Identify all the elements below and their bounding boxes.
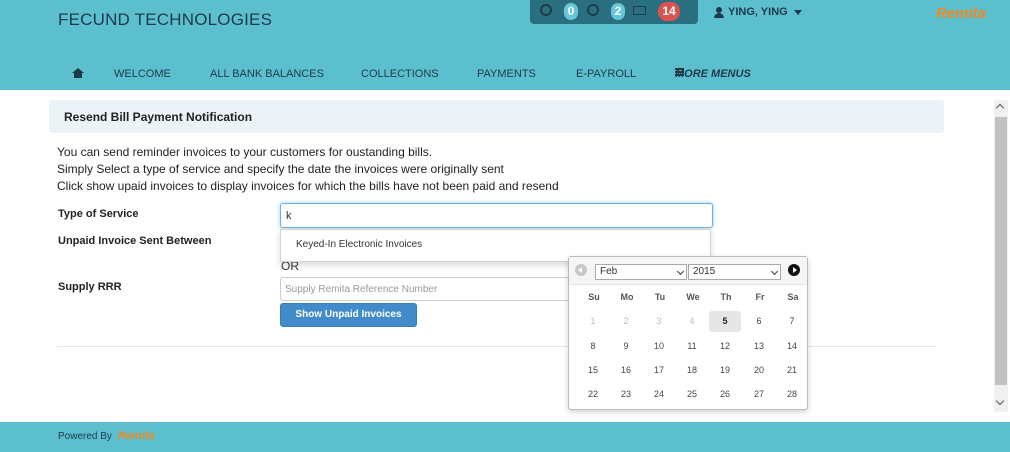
calendar-day[interactable]: 21	[776, 360, 808, 381]
brand-title: FECUND TECHNOLOGIES	[58, 10, 273, 29]
calendar-day[interactable]: 8	[577, 336, 609, 357]
calendar-day[interactable]: 9	[610, 336, 642, 357]
calendar-day[interactable]: 26	[709, 384, 741, 405]
description-line-1: You can send reminder invoices to your c…	[57, 145, 433, 159]
unpaid-invoice-label: Unpaid Invoice Sent Between	[58, 235, 212, 247]
calendar-day[interactable]: 19	[709, 360, 741, 381]
calendar-day[interactable]: 20	[743, 360, 775, 381]
clock-icon[interactable]	[540, 4, 552, 16]
calendar-day[interactable]: 24	[643, 384, 675, 405]
calendar-day[interactable]: 6	[743, 311, 775, 332]
month-select[interactable]: Feb	[595, 264, 687, 280]
year-select[interactable]: 2015	[688, 264, 781, 280]
nav-collections[interactable]: COLLECTIONS	[361, 68, 439, 80]
settings-icon[interactable]	[587, 4, 599, 16]
rrr-input[interactable]	[280, 277, 575, 301]
calendar-day[interactable]: 25	[676, 384, 708, 405]
notification-bar: 0 2 14	[530, 0, 698, 24]
datepicker-header: Feb 2015	[569, 257, 807, 285]
calendar-day[interactable]: 28	[776, 384, 808, 405]
powered-by-text: Powered By	[58, 431, 112, 442]
calendar-day[interactable]: 14	[776, 336, 808, 357]
calendar-day[interactable]: 27	[743, 384, 775, 405]
messages-badge[interactable]: 14	[658, 2, 680, 21]
scroll-down-icon[interactable]	[995, 396, 1005, 406]
calendar-day[interactable]: 15	[577, 360, 609, 381]
weekday-header: Tu	[654, 292, 666, 302]
month-value: Feb	[600, 266, 618, 277]
calendar-day: 4	[689, 316, 695, 326]
calendar-day[interactable]: 16	[610, 360, 642, 381]
calendar-day: 3	[656, 316, 662, 326]
panel-header: Resend Bill Payment Notification	[49, 100, 944, 133]
calendar-day-today[interactable]: 5	[709, 311, 741, 332]
calendar-day[interactable]: 18	[676, 360, 708, 381]
weekday-header: Su	[588, 292, 600, 302]
weekday-header: Fr	[755, 292, 765, 302]
scrollbar[interactable]	[994, 100, 1008, 412]
calendar-day[interactable]: 23	[610, 384, 642, 405]
calendar-day[interactable]: 11	[676, 336, 708, 357]
user-menu[interactable]: YING, YING	[714, 6, 802, 18]
show-unpaid-invoices-button[interactable]: Show Unpaid Invoices	[280, 303, 417, 327]
main-nav: WELCOME ALL BANK BALANCES COLLECTIONS PA…	[0, 68, 1010, 82]
user-icon	[714, 6, 724, 18]
nav-welcome[interactable]: WELCOME	[114, 68, 171, 80]
supply-rrr-label: Supply RRR	[58, 281, 122, 293]
autocomplete-option[interactable]: Keyed-In Electronic Invoices	[296, 239, 422, 250]
calendar-day[interactable]: 13	[743, 336, 775, 357]
prev-month-icon[interactable]	[575, 264, 587, 276]
type-of-service-input[interactable]	[280, 203, 713, 228]
calendar-day[interactable]: 17	[643, 360, 675, 381]
weekday-header: Mo	[620, 292, 634, 302]
calendar-day[interactable]: 12	[709, 336, 741, 357]
mail-icon[interactable]	[633, 6, 646, 15]
type-of-service-label: Type of Service	[58, 208, 139, 220]
header: FECUND TECHNOLOGIES 0 2 14 YING, YING Re…	[0, 0, 1010, 90]
tasks-badge[interactable]: 2	[611, 3, 625, 20]
scrollbar-thumb[interactable]	[995, 117, 1007, 385]
user-name: YING, YING	[728, 6, 788, 18]
weekday-header: Sa	[787, 292, 799, 302]
calendar-day: 1	[590, 316, 596, 326]
description-line-2: Simply Select a type of service and spec…	[57, 162, 504, 176]
description-line-3: Click show upaid invoices to display inv…	[57, 179, 559, 193]
weekday-header: We	[686, 292, 700, 302]
footer: Powered By Remita	[0, 422, 1010, 452]
calendar-day[interactable]: 10	[643, 336, 675, 357]
year-value: 2015	[693, 266, 716, 277]
calendar-day[interactable]: 22	[577, 384, 609, 405]
nav-more-label: MORE MENUS	[675, 68, 751, 80]
nav-e-payroll[interactable]: E-PAYROLL	[576, 68, 636, 80]
page-title: Resend Bill Payment Notification	[64, 110, 253, 124]
chevron-down-icon	[676, 267, 685, 276]
scroll-up-icon[interactable]	[995, 103, 1005, 113]
datepicker: Feb 2015 Su Mo Tu We Th Fr Sa 1 2 3 4 5 6 7 8 9 10 11 12 13…	[568, 256, 808, 410]
calendar-day: 2	[623, 316, 629, 326]
weekday-header: Th	[720, 292, 732, 302]
remita-logo: Remita	[936, 5, 987, 22]
next-month-icon[interactable]	[788, 264, 800, 276]
nav-payments[interactable]: PAYMENTS	[477, 68, 536, 80]
calendar-day[interactable]: 7	[776, 311, 808, 332]
nav-all-bank-balances[interactable]: ALL BANK BALANCES	[210, 68, 324, 80]
footer-logo: Remita	[118, 430, 155, 442]
chevron-down-icon	[770, 267, 779, 276]
chevron-down-icon	[793, 9, 802, 15]
alerts-badge[interactable]: 0	[564, 3, 578, 20]
